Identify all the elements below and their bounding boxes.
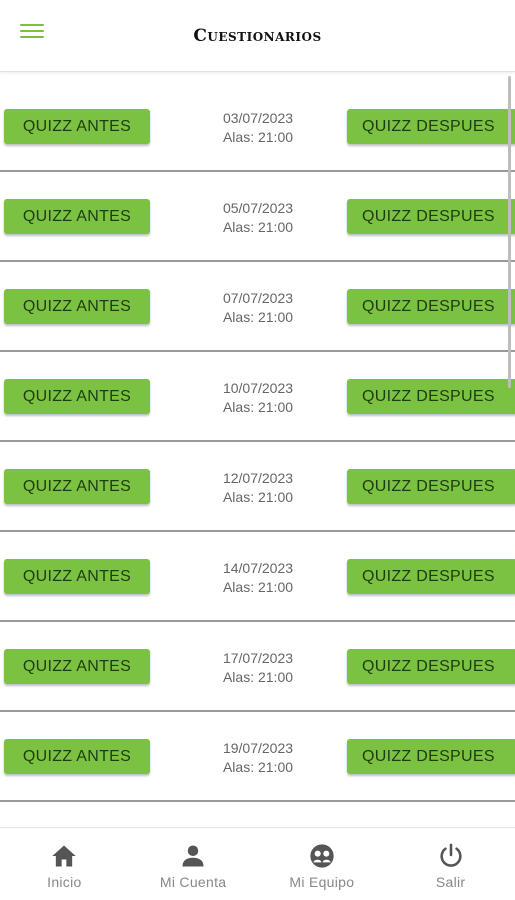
nav-label: Mi Cuenta (159, 874, 227, 890)
quiz-date: 03/07/2023 (222, 110, 294, 126)
nav-label: Salir (435, 874, 466, 890)
quiz-antes-button[interactable]: QUIZZ ANTES (4, 739, 150, 774)
quiz-time: Alas: 21:00 (222, 669, 294, 685)
power-icon (440, 843, 462, 867)
top-app-bar: Cuestionarios (0, 0, 515, 72)
quiz-row: QUIZZ ANTES 03/07/2023 Alas: 21:00 QUIZZ… (0, 82, 515, 172)
quiz-despues-button[interactable]: QUIZZ DESPUES (347, 739, 515, 774)
quiz-time: Alas: 21:00 (222, 399, 294, 415)
quiz-despues-button[interactable]: QUIZZ DESPUES (347, 649, 515, 684)
quiz-row: QUIZZ ANTES 05/07/2023 Alas: 21:00 QUIZZ… (0, 172, 515, 262)
quiz-schedule: 14/07/2023 Alas: 21:00 (200, 559, 316, 597)
quiz-date: 07/07/2023 (222, 290, 294, 306)
quiz-antes-button[interactable]: QUIZZ ANTES (4, 379, 150, 414)
nav-label: Inicio (47, 874, 82, 890)
quiz-antes-button[interactable]: QUIZZ ANTES (4, 559, 150, 594)
quiz-despues-button[interactable]: QUIZZ DESPUES (347, 109, 515, 144)
quiz-schedule: 03/07/2023 Alas: 21:00 (200, 109, 316, 147)
quiz-row: QUIZZ ANTES 07/07/2023 Alas: 21:00 QUIZZ… (0, 262, 515, 352)
quiz-row: QUIZZ ANTES 10/07/2023 Alas: 21:00 QUIZZ… (0, 352, 515, 442)
quiz-antes-button[interactable]: QUIZZ ANTES (4, 109, 150, 144)
quiz-date: 12/07/2023 (222, 470, 294, 486)
quiz-row: QUIZZ ANTES 12/07/2023 Alas: 21:00 QUIZZ… (0, 442, 515, 532)
quiz-schedule: 07/07/2023 Alas: 21:00 (200, 289, 316, 327)
bottom-navigation: Inicio Mi Cuenta Mi Equipo Salir (0, 827, 515, 900)
quiz-schedule: 10/07/2023 Alas: 21:00 (200, 379, 316, 417)
quiz-time: Alas: 21:00 (222, 129, 294, 145)
quiz-date: 14/07/2023 (222, 560, 294, 576)
quiz-antes-button[interactable]: QUIZZ ANTES (4, 199, 150, 234)
quiz-despues-button[interactable]: QUIZZ DESPUES (347, 559, 515, 594)
home-icon (52, 845, 77, 867)
quiz-schedule: 17/07/2023 Alas: 21:00 (200, 649, 316, 687)
quiz-time: Alas: 21:00 (222, 759, 294, 775)
nav-label: Mi Equipo (289, 874, 355, 890)
nav-item-inicio[interactable]: Inicio (0, 828, 129, 900)
vertical-scrollbar[interactable] (508, 76, 511, 388)
page-title: Cuestionarios (193, 26, 322, 46)
quiz-time: Alas: 21:00 (222, 219, 294, 235)
quiz-antes-button[interactable]: QUIZZ ANTES (4, 289, 150, 324)
team-icon (310, 844, 334, 868)
quiz-row: QUIZZ ANTES 14/07/2023 Alas: 21:00 QUIZZ… (0, 532, 515, 622)
quiz-antes-button[interactable]: QUIZZ ANTES (4, 649, 150, 684)
quiz-date: 10/07/2023 (222, 380, 294, 396)
quiz-despues-button[interactable]: QUIZZ DESPUES (347, 379, 515, 414)
quiz-despues-button[interactable]: QUIZZ DESPUES (347, 289, 515, 324)
user-icon (182, 845, 204, 867)
quiz-despues-button[interactable]: QUIZZ DESPUES (347, 199, 515, 234)
quiz-antes-button[interactable]: QUIZZ ANTES (4, 469, 150, 504)
quiz-date: 17/07/2023 (222, 650, 294, 666)
nav-item-salir[interactable]: Salir (386, 828, 515, 900)
quiz-despues-button[interactable]: QUIZZ DESPUES (347, 469, 515, 504)
quiz-schedule: 12/07/2023 Alas: 21:00 (200, 469, 316, 507)
quiz-time: Alas: 21:00 (222, 309, 294, 325)
quiz-row: QUIZZ ANTES 19/07/2023 Alas: 21:00 QUIZZ… (0, 712, 515, 802)
quiz-date: 05/07/2023 (222, 200, 294, 216)
quiz-schedule: 19/07/2023 Alas: 21:00 (200, 739, 316, 777)
quiz-list: QUIZZ ANTES 03/07/2023 Alas: 21:00 QUIZZ… (0, 82, 515, 802)
quiz-time: Alas: 21:00 (222, 579, 294, 595)
nav-item-mi-equipo[interactable]: Mi Equipo (258, 828, 387, 900)
nav-item-mi-cuenta[interactable]: Mi Cuenta (129, 828, 258, 900)
quiz-time: Alas: 21:00 (222, 489, 294, 505)
quiz-row: QUIZZ ANTES 17/07/2023 Alas: 21:00 QUIZZ… (0, 622, 515, 712)
quiz-date: 19/07/2023 (222, 740, 294, 756)
quiz-schedule: 05/07/2023 Alas: 21:00 (200, 199, 316, 237)
